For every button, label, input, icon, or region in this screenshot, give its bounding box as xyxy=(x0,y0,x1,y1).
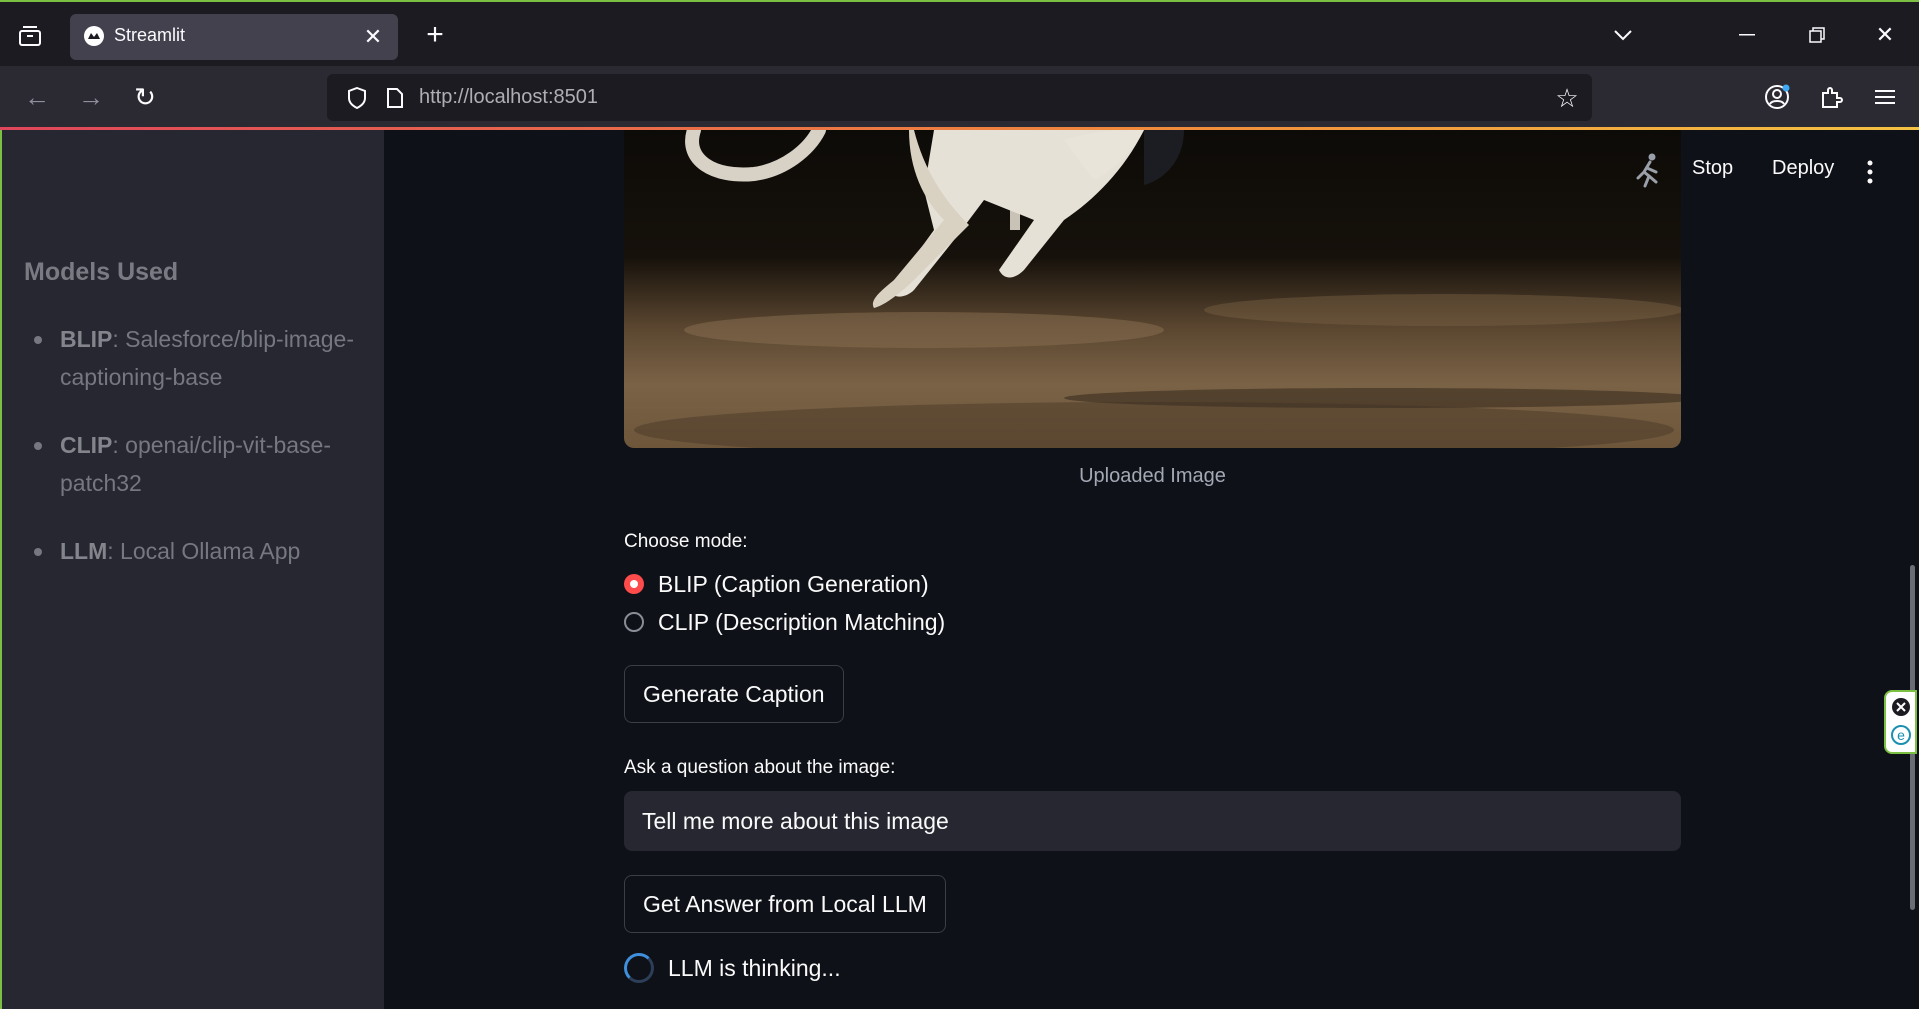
extension-widget[interactable]: e xyxy=(1884,690,1917,754)
radio-option-clip[interactable]: CLIP (Description Matching) xyxy=(624,606,945,638)
tab-overview-icon[interactable] xyxy=(14,20,46,52)
page-icon[interactable] xyxy=(383,86,407,110)
tab-title: Streamlit xyxy=(114,25,186,45)
browser-toolbar: ← → ↻ http://localhost:8501 ☆ xyxy=(0,66,1919,131)
question-input-value: Tell me more about this image xyxy=(642,807,949,834)
browser-tab-bar: Streamlit ✕ + ✕ xyxy=(0,0,1919,66)
models-list: BLIP: Salesforce/blip-image-captioning-b… xyxy=(24,320,364,600)
list-item: CLIP: openai/clip-vit-base-patch32 xyxy=(24,426,364,502)
restore-window-icon[interactable] xyxy=(1800,18,1834,52)
question-label: Ask a question about the image: xyxy=(624,757,896,778)
url-text[interactable]: http://localhost:8501 xyxy=(419,86,598,109)
streamlit-favicon-icon xyxy=(84,26,104,51)
question-input[interactable]: Tell me more about this image xyxy=(624,791,1681,851)
running-man-icon xyxy=(1634,152,1664,190)
list-item: BLIP: Salesforce/blip-image-captioning-b… xyxy=(24,320,364,396)
hamburger-menu-icon[interactable] xyxy=(1868,80,1902,114)
radio-unselected-icon[interactable] xyxy=(624,612,644,632)
model-detail: : Local Ollama App xyxy=(107,538,301,564)
model-name: CLIP xyxy=(60,432,113,458)
new-tab-icon[interactable]: + xyxy=(418,18,452,52)
main-content: Uploaded Image Choose mode: BLIP (Captio… xyxy=(384,130,1919,1009)
url-host: http://localhost xyxy=(419,86,548,108)
browser-tab-active[interactable]: Streamlit ✕ xyxy=(70,14,398,60)
forward-arrow-icon[interactable]: → xyxy=(74,80,108,114)
svg-text:e: e xyxy=(1897,727,1905,743)
back-arrow-icon[interactable]: ← xyxy=(20,80,54,114)
account-icon[interactable] xyxy=(1760,80,1794,114)
close-window-icon[interactable]: ✕ xyxy=(1868,18,1902,52)
shield-icon[interactable] xyxy=(345,86,369,110)
generate-caption-button[interactable]: Generate Caption xyxy=(624,665,844,723)
radio-label: CLIP (Description Matching) xyxy=(658,608,946,635)
model-name: BLIP xyxy=(60,326,113,352)
radio-label: BLIP (Caption Generation) xyxy=(658,570,929,597)
status-indicator: LLM is thinking... xyxy=(624,953,841,983)
mode-label: Choose mode: xyxy=(624,531,748,552)
list-item: LLM: Local Ollama App xyxy=(24,532,364,570)
close-tab-icon[interactable]: ✕ xyxy=(360,24,386,50)
url-port: :8501 xyxy=(547,86,599,108)
get-answer-button[interactable]: Get Answer from Local LLM xyxy=(624,875,946,933)
sidebar-title: Models Used xyxy=(24,258,179,286)
uploaded-image xyxy=(624,130,1681,448)
radio-option-blip[interactable]: BLIP (Caption Generation) xyxy=(624,568,929,600)
deploy-button[interactable]: Deploy xyxy=(1772,157,1834,180)
radio-selected-icon[interactable] xyxy=(624,574,644,594)
address-bar[interactable]: http://localhost:8501 ☆ xyxy=(327,74,1592,121)
sidebar: Models Used BLIP: Salesforce/blip-image-… xyxy=(0,130,384,1009)
model-name: LLM xyxy=(60,538,108,564)
stop-button[interactable]: Stop xyxy=(1692,157,1733,180)
image-caption: Uploaded Image xyxy=(1079,465,1226,487)
tab-list-chevron-icon[interactable] xyxy=(1606,18,1640,52)
spinner-icon xyxy=(624,953,654,983)
reload-icon[interactable]: ↻ xyxy=(128,80,162,114)
status-text: LLM is thinking... xyxy=(668,954,841,981)
bookmark-star-icon[interactable]: ☆ xyxy=(1553,83,1581,113)
extensions-icon[interactable] xyxy=(1814,80,1848,114)
app-menu-icon[interactable] xyxy=(1864,160,1876,184)
minimize-window-icon[interactable] xyxy=(1730,18,1764,52)
